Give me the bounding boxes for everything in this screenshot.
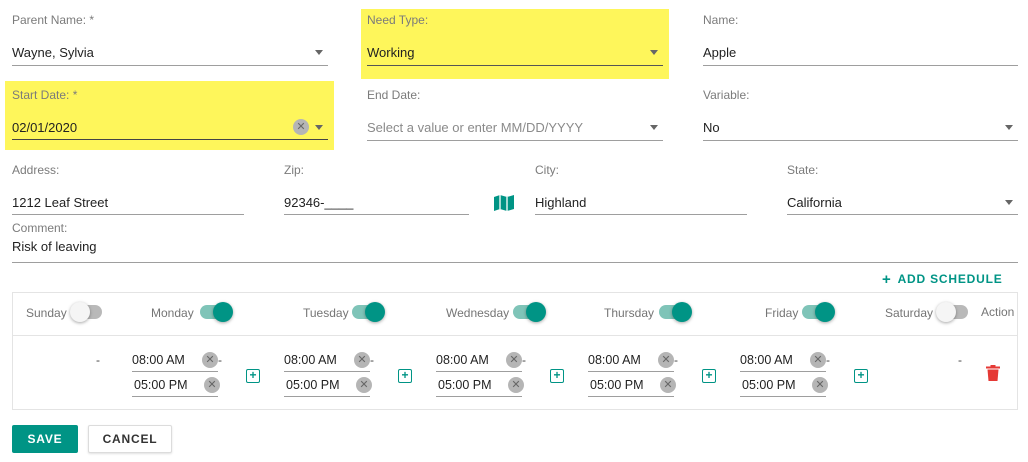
end-time-value[interactable]: 05:00 PM (134, 378, 188, 392)
address-field[interactable]: Address: 1212 Leaf Street (12, 162, 244, 216)
friday-toggle[interactable] (802, 302, 835, 322)
clear-icon[interactable]: ✕ (356, 377, 372, 393)
city-label: City: (535, 163, 559, 177)
chevron-down-icon[interactable] (315, 125, 323, 130)
start-date-value: 02/01/2020 (12, 120, 78, 135)
parent-name-label: Parent Name: * (12, 13, 95, 27)
name-field[interactable]: Name: Apple (703, 12, 1018, 66)
state-label: State: (787, 163, 819, 177)
chevron-down-icon[interactable] (1005, 200, 1013, 205)
address-label: Address: (12, 163, 60, 177)
save-button[interactable]: SAVE (12, 425, 78, 453)
end-time-value[interactable]: 05:00 PM (590, 378, 644, 392)
clear-icon[interactable]: ✕ (293, 119, 309, 135)
zip-field[interactable]: Zip: 92346-____ (284, 162, 469, 216)
variable-field[interactable]: Variable: No (703, 87, 1018, 141)
start-date-field[interactable]: Start Date: * 02/01/2020 ✕ (12, 87, 328, 141)
start-time-value[interactable]: 08:00 AM (284, 353, 337, 367)
time-separator: - (826, 353, 830, 367)
parent-name-value: Wayne, Sylvia (12, 45, 94, 60)
start-time-value[interactable]: 08:00 AM (436, 353, 489, 367)
clear-icon[interactable]: ✕ (506, 352, 522, 368)
name-value: Apple (703, 45, 737, 60)
clear-icon[interactable]: ✕ (812, 377, 828, 393)
time-separator: - (522, 353, 526, 367)
city-value: Highland (535, 195, 587, 210)
time-separator: - (674, 353, 678, 367)
comment-field[interactable]: Comment: Risk of leaving (12, 220, 1018, 264)
chevron-down-icon[interactable] (650, 125, 658, 130)
add-time-icon[interactable]: + (702, 369, 716, 383)
wednesday-toggle[interactable] (513, 302, 546, 322)
address-value: 1212 Leaf Street (12, 195, 109, 210)
clear-icon[interactable]: ✕ (354, 352, 370, 368)
tuesday-toggle[interactable] (352, 302, 385, 322)
start-time-value[interactable]: 08:00 AM (132, 353, 185, 367)
city-field[interactable]: City: Highland (535, 162, 747, 216)
day-thursday-label: Thursday (604, 306, 655, 320)
start-time-value[interactable]: 08:00 AM (740, 353, 793, 367)
chevron-down-icon[interactable] (1005, 125, 1013, 130)
state-value: California (787, 195, 842, 210)
clear-icon[interactable]: ✕ (202, 352, 218, 368)
add-schedule-button[interactable]: + ADD SCHEDULE (882, 270, 1003, 288)
saturday-toggle[interactable] (936, 302, 968, 322)
tuesday-time-slot: 08:00 AM ✕ - 05:00 PM ✕ + (284, 350, 424, 400)
start-date-label: Start Date: * (12, 88, 78, 102)
variable-label: Variable: (703, 88, 750, 102)
parent-name-field[interactable]: Parent Name: * Wayne, Sylvia (12, 12, 328, 66)
day-sunday-label: Sunday (26, 306, 67, 320)
saturday-empty: - (958, 353, 962, 367)
day-wednesday-label: Wednesday (446, 306, 510, 320)
add-time-icon[interactable]: + (246, 369, 260, 383)
state-field[interactable]: State: California (787, 162, 1018, 216)
thursday-toggle[interactable] (659, 302, 692, 322)
map-icon[interactable] (493, 194, 515, 212)
clear-icon[interactable]: ✕ (204, 377, 220, 393)
day-saturday-label: Saturday (885, 306, 934, 320)
time-separator: - (218, 353, 222, 367)
action-header: Action (981, 305, 1015, 319)
friday-time-slot: 08:00 AM ✕ - 05:00 PM ✕ + (740, 350, 880, 400)
need-type-label: Need Type: (367, 13, 429, 27)
variable-value: No (703, 120, 720, 135)
delete-icon[interactable] (986, 365, 1000, 381)
monday-toggle[interactable] (200, 302, 233, 322)
sunday-empty: - (96, 353, 100, 367)
start-time-value[interactable]: 08:00 AM (588, 353, 641, 367)
end-time-value[interactable]: 05:00 PM (286, 378, 340, 392)
comment-label: Comment: (12, 221, 68, 235)
thursday-time-slot: 08:00 AM ✕ - 05:00 PM ✕ + (588, 350, 728, 400)
comment-value: Risk of leaving (12, 239, 97, 254)
end-date-label: End Date: (367, 88, 421, 102)
day-tuesday-label: Tuesday (303, 306, 349, 320)
add-time-icon[interactable]: + (550, 369, 564, 383)
wednesday-time-slot: 08:00 AM ✕ - 05:00 PM ✕ + (436, 350, 576, 400)
need-type-field[interactable]: Need Type: Working (367, 12, 663, 66)
end-time-value[interactable]: 05:00 PM (438, 378, 492, 392)
zip-value: 92346-____ (284, 195, 354, 210)
clear-icon[interactable]: ✕ (658, 352, 674, 368)
clear-icon[interactable]: ✕ (810, 352, 826, 368)
name-label: Name: (703, 13, 739, 27)
monday-time-slot: 08:00 AM ✕ - 05:00 PM ✕ + (132, 350, 272, 400)
need-type-value: Working (367, 45, 415, 60)
chevron-down-icon[interactable] (650, 50, 658, 55)
clear-icon[interactable]: ✕ (660, 377, 676, 393)
chevron-down-icon[interactable] (315, 50, 323, 55)
plus-icon: + (882, 271, 892, 288)
clear-icon[interactable]: ✕ (508, 377, 524, 393)
add-time-icon[interactable]: + (854, 369, 868, 383)
end-time-value[interactable]: 05:00 PM (742, 378, 796, 392)
add-schedule-label: ADD SCHEDULE (897, 272, 1003, 286)
zip-label: Zip: (284, 163, 305, 177)
day-friday-label: Friday (765, 306, 799, 320)
cancel-button[interactable]: CANCEL (88, 425, 172, 453)
day-monday-label: Monday (151, 306, 194, 320)
end-date-placeholder: Select a value or enter MM/DD/YYYY (367, 120, 584, 135)
sunday-toggle[interactable] (70, 302, 102, 322)
time-separator: - (370, 353, 374, 367)
end-date-field[interactable]: End Date: Select a value or enter MM/DD/… (367, 87, 663, 141)
add-time-icon[interactable]: + (398, 369, 412, 383)
